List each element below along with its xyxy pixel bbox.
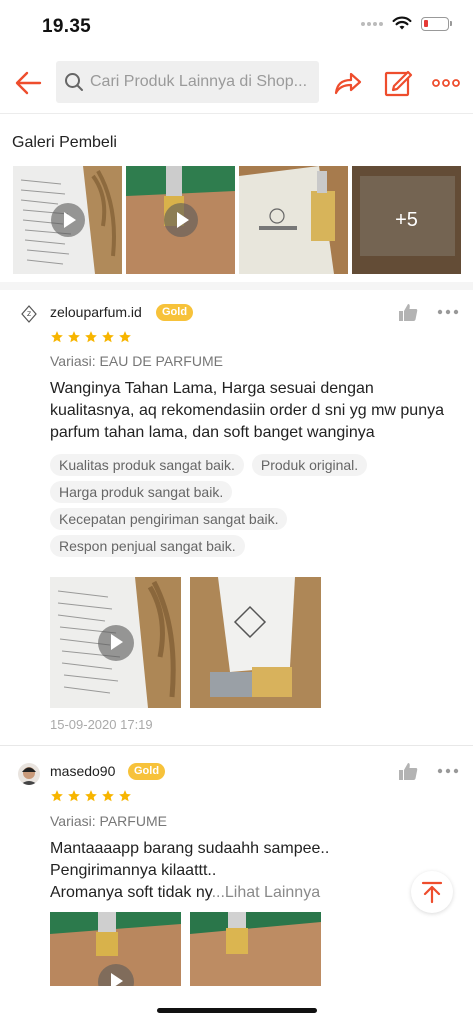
star-icon [51,331,63,343]
review-photo-thumb[interactable] [190,912,321,986]
review-photo-thumb[interactable] [190,577,321,708]
more-horizontal-icon[interactable] [437,301,459,323]
review-username[interactable]: masedo90 [50,763,115,779]
review-video-thumb[interactable] [50,912,181,986]
review-username[interactable]: zelouparfum.id [50,304,142,320]
perfume-box-image [190,912,321,986]
review-text-line: parfum tahan lama, dan soft banget wangi… [50,424,375,441]
review-text-line: Aromanya soft tidak ny [50,884,212,901]
gallery-title: Galeri Pembeli [12,134,117,151]
review-date: 15-09-2020 17:19 [50,717,153,732]
back-to-top-button[interactable] [411,871,453,913]
avatar[interactable]: Z [18,303,40,325]
review-media [50,912,321,986]
star-icon [68,331,80,343]
more-horizontal-icon[interactable] [430,66,464,100]
see-more-link[interactable]: ...Lihat Lainnya [212,884,321,901]
more-photos-count: +5 [352,166,461,274]
review-variation: Variasi: EAU DE PARFUME [50,353,223,369]
svg-text:Z: Z [27,311,31,318]
review-text: Wanginya Tahan Lama, Harga sesuai dengan… [50,378,460,444]
perfume-box-image [190,577,321,708]
review-tag: Kecepatan pengiriman sangat baik. [50,508,288,530]
search-icon [65,73,83,91]
zelou-logo-icon: Z [18,303,40,325]
thumbs-up-icon[interactable] [397,301,419,323]
thumbs-up-icon[interactable] [397,760,419,782]
review-text-line-wrap: Aromanya soft tidak ny...Lihat Lainnya [50,882,460,904]
play-icon [50,203,85,237]
avatar[interactable] [18,763,40,785]
gallery-video-thumb[interactable] [13,166,122,274]
more-horizontal-icon[interactable] [437,760,459,782]
status-time: 19.35 [42,16,92,37]
packaging-image [239,166,348,274]
status-bar: 19.35 [0,0,473,50]
star-icon [68,790,80,802]
search-input[interactable] [90,73,310,91]
back-arrow-icon[interactable] [12,66,46,100]
user-avatar-image [18,763,40,785]
review-video-thumb[interactable] [50,577,181,708]
buyer-gallery: +5 [13,166,461,274]
review-text-line: Pengirimannya kilaattt.. [50,862,217,879]
review-text-line: Mantaaaapp barang sudaahh sampee.. [50,840,330,857]
star-icon [85,331,97,343]
battery-icon [421,16,452,31]
share-icon[interactable] [330,66,364,100]
review-text: Mantaaaapp barang sudaahh sampee.. Pengi… [50,838,460,904]
gallery-photo-thumb[interactable] [239,166,348,274]
status-icons [361,16,452,31]
review-item: Z zelouparfum.id Gold Variasi: EAU DE PA… [0,290,473,745]
star-icon [102,790,114,802]
star-icon [119,790,131,802]
review-media [50,577,321,708]
gallery-more-thumb[interactable]: +5 [352,166,461,274]
star-icon [51,790,63,802]
gold-badge: Gold [156,304,194,321]
arrow-up-icon [421,881,443,904]
review-item: masedo90 Gold Variasi: PARFUME Mantaaaap… [0,746,473,1006]
star-icon [85,790,97,802]
play-icon [163,203,198,237]
review-tag: Produk original. [251,454,368,476]
rating-stars [50,789,132,803]
battery-level [424,19,428,27]
section-divider [0,282,473,290]
review-text-line: Wanginya Tahan Lama, Harga sesuai dengan [50,380,374,397]
play-icon [97,624,134,661]
search-bar[interactable] [56,61,319,103]
rating-stars [50,330,132,344]
review-variation: Variasi: PARFUME [50,813,167,829]
review-tag: Kualitas produk sangat baik. [50,454,244,476]
cellular-dots-icon [361,21,383,26]
edit-icon[interactable] [381,66,415,100]
star-icon [119,331,131,343]
review-tag: Harga produk sangat baik. [50,481,233,503]
gallery-video-thumb[interactable] [126,166,235,274]
review-text-line: kualitasnya, aq rekomendasiin order d sn… [50,402,444,419]
wifi-icon [392,16,412,30]
review-tag: Respon penjual sangat baik. [50,535,245,557]
header-bar [0,52,473,114]
review-tags: Kualitas produk sangat baik. Produk orig… [50,454,460,557]
home-indicator [157,1008,317,1013]
gold-badge: Gold [128,763,166,780]
star-icon [102,331,114,343]
